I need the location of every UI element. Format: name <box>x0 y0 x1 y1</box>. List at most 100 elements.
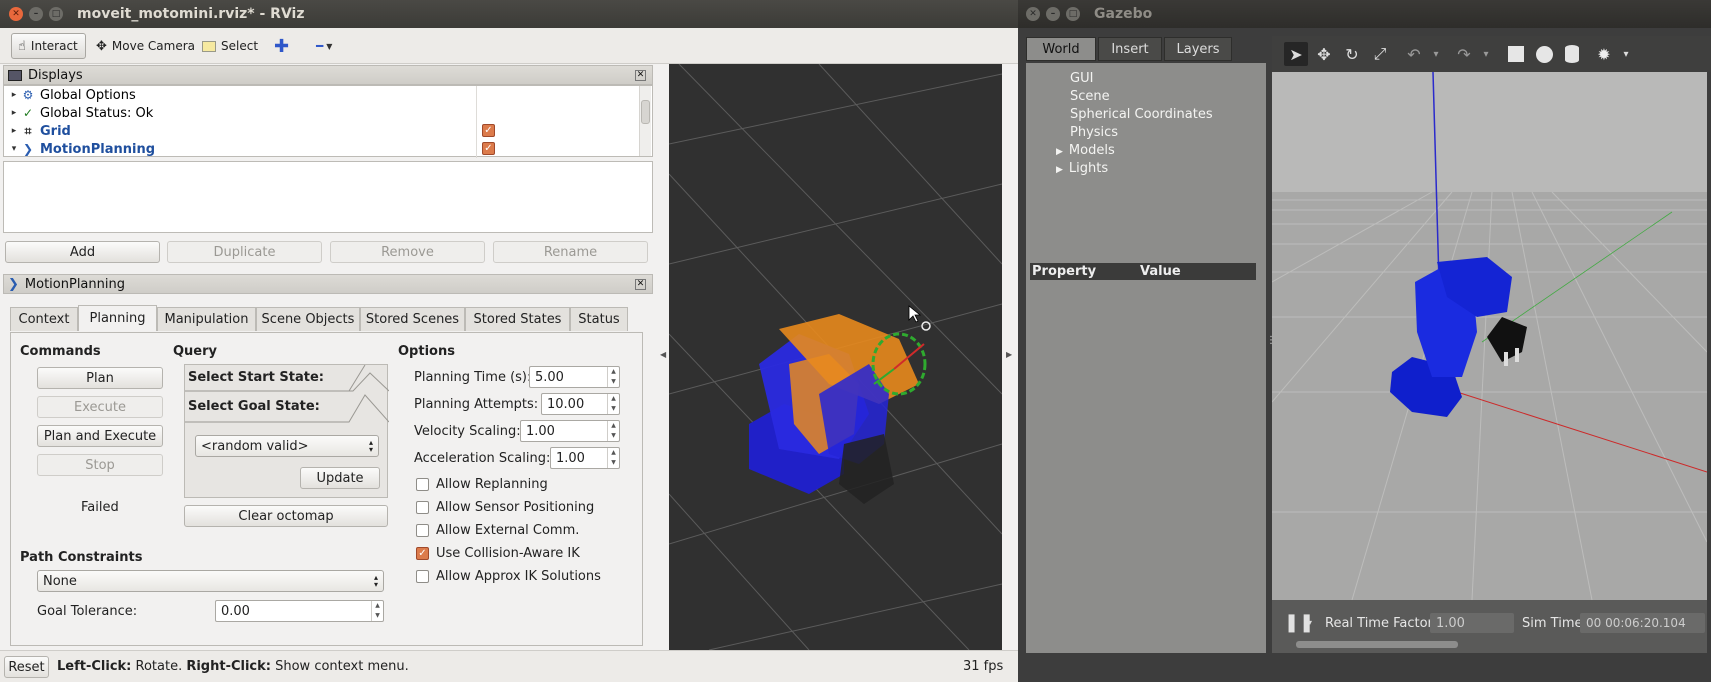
maximize-icon[interactable]: □ <box>1066 7 1080 21</box>
reset-button[interactable]: Reset <box>4 656 49 678</box>
collapse-left-icon[interactable]: ◀ <box>660 350 666 359</box>
checkbox-box[interactable]: ✓ <box>416 547 429 560</box>
tab-context[interactable]: Context <box>10 307 78 331</box>
expand-arrow-icon[interactable]: ▶ <box>1056 165 1063 175</box>
rename-display-button[interactable]: Rename <box>493 241 648 263</box>
box-shape-icon[interactable] <box>1504 42 1528 66</box>
remove-tool-icon[interactable]: ━ ▼ <box>310 33 338 59</box>
use-collision-aware-ik-checkbox[interactable]: ✓ Use Collision-Aware IK <box>416 546 580 561</box>
velocity-scaling-input[interactable]: 1.00 ▲ ▼ <box>520 420 620 442</box>
tab-layers[interactable]: Layers <box>1164 37 1232 61</box>
interact-tool-button[interactable]: ☝ Interact <box>11 33 86 59</box>
tab-stored-states[interactable]: Stored States <box>465 307 570 331</box>
toolbar: ☝ Interact ✥ Move Camera Select ✚ ━ ▼ <box>0 28 1018 64</box>
allow-approx-ik-checkbox[interactable]: ✓Allow Approx IK Solutions <box>416 569 601 584</box>
execute-button[interactable]: Execute <box>37 396 163 418</box>
collapse-right-icon[interactable]: ▶ <box>1006 350 1012 359</box>
expand-arrow-icon[interactable]: ▸ <box>8 108 20 118</box>
tab-insert[interactable]: Insert <box>1098 37 1162 61</box>
translate-mode-icon[interactable]: ✥ <box>1312 42 1336 66</box>
path-constraints-select[interactable]: None ▴ ▾ <box>37 570 384 592</box>
expand-arrow-icon[interactable]: ▸ <box>8 126 20 136</box>
stop-button[interactable]: Stop <box>37 454 163 476</box>
tab-scene-objects[interactable]: Scene Objects <box>256 307 360 331</box>
chevron-down-icon[interactable]: ▾ <box>1474 42 1498 66</box>
tab-planning[interactable]: Planning <box>78 305 157 331</box>
plan-and-execute-button[interactable]: Plan and Execute <box>37 425 163 447</box>
motionplanning-icon: ❯ <box>22 142 34 156</box>
minimize-icon[interactable]: – <box>29 7 43 21</box>
splitter-handle[interactable]: ⋮ <box>1707 335 1711 346</box>
displays-panel: Displays ✕ ▸ ⚙ Global Options ▸ ✓ Global… <box>3 65 653 233</box>
clear-octomap-button[interactable]: Clear octomap <box>184 505 388 527</box>
tree-item-models[interactable]: ▶ Models <box>1056 143 1115 158</box>
spin-arrows-icon[interactable]: ▲ ▼ <box>607 448 619 468</box>
motionplanning-enabled-checkbox[interactable]: ✓ <box>482 142 495 155</box>
tree-item-grid[interactable]: ▸ ⌗ Grid ✓ <box>4 122 652 140</box>
allow-sensor-positioning-checkbox[interactable]: ✓Allow Sensor Positioning <box>416 500 594 515</box>
close-icon[interactable]: ✕ <box>9 7 23 21</box>
chevron-down-icon[interactable]: ▾ <box>1424 42 1448 66</box>
rviz-3d-viewport[interactable] <box>669 64 1002 650</box>
tree-item-spherical-coordinates[interactable]: Spherical Coordinates <box>1070 107 1213 122</box>
collapse-arrow-icon[interactable]: ▾ <box>8 144 20 154</box>
close-panel-icon[interactable]: ✕ <box>635 69 646 81</box>
checkbox-box[interactable]: ✓ <box>416 478 429 491</box>
move-camera-tool-button[interactable]: ✥ Move Camera <box>90 33 201 59</box>
tab-stored-scenes[interactable]: Stored Scenes <box>360 307 465 331</box>
checkbox-box[interactable]: ✓ <box>416 524 429 537</box>
expand-arrow-icon[interactable]: ▸ <box>8 90 20 100</box>
minimize-icon[interactable]: – <box>1046 7 1060 21</box>
select-tool-button[interactable]: Select <box>196 33 264 59</box>
checkbox-box[interactable]: ✓ <box>416 501 429 514</box>
update-button[interactable]: Update <box>300 467 380 489</box>
tree-item-scene[interactable]: Scene <box>1070 89 1110 104</box>
tree-item-global-status[interactable]: ▸ ✓ Global Status: Ok <box>4 104 652 122</box>
goal-state-toggle[interactable]: Select Goal State: <box>188 399 320 414</box>
chevron-down-icon[interactable]: ▾ <box>1614 42 1638 66</box>
tab-world[interactable]: World <box>1026 37 1096 61</box>
redo-icon[interactable]: ↷ <box>1452 42 1476 66</box>
close-icon[interactable]: ✕ <box>1026 7 1040 21</box>
gazebo-3d-viewport[interactable] <box>1272 72 1707 600</box>
cylinder-shape-icon[interactable] <box>1560 42 1584 66</box>
add-tool-icon[interactable]: ✚ <box>268 33 295 59</box>
allow-external-comm-checkbox[interactable]: ✓Allow External Comm. <box>416 523 579 538</box>
spin-arrows-icon[interactable]: ▲ ▼ <box>607 394 619 414</box>
tab-status[interactable]: Status <box>570 307 628 331</box>
close-panel-icon[interactable]: ✕ <box>635 278 646 290</box>
spin-arrows-icon[interactable]: ▲ ▼ <box>607 421 619 441</box>
add-display-button[interactable]: Add <box>5 241 160 263</box>
goal-state-select[interactable]: <random valid> ▴ ▾ <box>195 435 379 457</box>
velocity-scaling-label: Velocity Scaling: <box>414 424 521 439</box>
scale-mode-icon[interactable]: ⤢ <box>1368 42 1392 66</box>
tree-item-global-options[interactable]: ▸ ⚙ Global Options <box>4 86 652 104</box>
tree-item-gui[interactable]: GUI <box>1070 71 1093 86</box>
select-mode-icon[interactable]: ➤ <box>1284 42 1308 66</box>
tab-manipulation[interactable]: Manipulation <box>157 307 256 331</box>
spin-arrows-icon[interactable]: ▲ ▼ <box>371 601 383 621</box>
plan-button[interactable]: Plan <box>37 367 163 389</box>
displays-scrollbar[interactable] <box>639 86 651 156</box>
spin-arrows-icon[interactable]: ▲ ▼ <box>607 367 619 387</box>
goal-tolerance-input[interactable]: 0.00 ▲ ▼ <box>215 600 384 622</box>
maximize-icon[interactable]: □ <box>49 7 63 21</box>
expand-arrow-icon[interactable]: ▶ <box>1056 147 1063 157</box>
chevron-down-icon[interactable]: ▾ <box>1308 618 1312 627</box>
tree-item-physics[interactable]: Physics <box>1070 125 1118 140</box>
sun-light-icon[interactable]: ✹ <box>1592 42 1616 66</box>
rotate-mode-icon[interactable]: ↻ <box>1340 42 1364 66</box>
horizontal-scrollbar[interactable] <box>1296 641 1458 648</box>
grid-enabled-checkbox[interactable]: ✓ <box>482 124 495 137</box>
remove-display-button[interactable]: Remove <box>330 241 485 263</box>
undo-icon[interactable]: ↶ <box>1402 42 1426 66</box>
allow-replanning-checkbox[interactable]: ✓Allow Replanning <box>416 477 548 492</box>
sphere-shape-icon[interactable] <box>1532 42 1556 66</box>
acceleration-scaling-input[interactable]: 1.00 ▲ ▼ <box>550 447 620 469</box>
planning-time-input[interactable]: 5.00 ▲ ▼ <box>529 366 620 388</box>
tree-item-motionplanning[interactable]: ▾ ❯ MotionPlanning ✓ <box>4 140 652 158</box>
tree-item-lights[interactable]: ▶ Lights <box>1056 161 1108 176</box>
planning-attempts-input[interactable]: 10.00 ▲ ▼ <box>541 393 620 415</box>
duplicate-display-button[interactable]: Duplicate <box>167 241 322 263</box>
checkbox-box[interactable]: ✓ <box>416 570 429 583</box>
